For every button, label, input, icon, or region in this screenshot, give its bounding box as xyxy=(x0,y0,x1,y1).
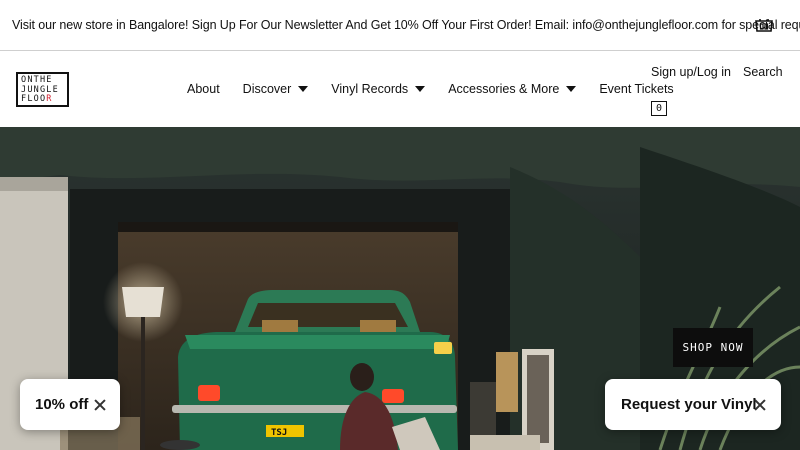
request-vinyl-popup[interactable]: Request your Vinyl xyxy=(605,379,781,430)
search-link[interactable]: Search xyxy=(743,65,783,79)
site-logo[interactable]: ONTHE JUNGLE FLOOR xyxy=(16,72,69,107)
nav-label: Accessories & More xyxy=(448,82,560,96)
logo-line-3: FLOOR xyxy=(21,94,53,104)
caret-down-icon xyxy=(298,86,309,92)
site-header: ONTHE JUNGLE FLOOR About Discover Vinyl … xyxy=(0,52,800,127)
nav-label: About xyxy=(187,82,220,96)
cart-icon[interactable] xyxy=(754,17,774,33)
nav-label: Vinyl Records xyxy=(331,82,409,96)
announcement-bar: Visit our new store in Bangalore! Sign U… xyxy=(0,0,800,51)
discount-label: 10% off xyxy=(35,396,89,413)
nav-label: Discover xyxy=(242,82,292,96)
cart-count-badge[interactable]: 0 xyxy=(651,101,667,116)
discount-popup[interactable]: 10% off xyxy=(20,379,120,430)
nav-item-event-tickets[interactable]: Event Tickets xyxy=(599,82,673,96)
shop-now-button[interactable]: SHOP NOW xyxy=(673,328,753,367)
caret-down-icon xyxy=(566,86,577,92)
nav-item-discover[interactable]: Discover xyxy=(243,82,309,96)
nav-item-accessories[interactable]: Accessories & More xyxy=(448,82,577,96)
nav-item-about[interactable]: About xyxy=(187,82,220,96)
nav-item-vinyl-records[interactable]: Vinyl Records xyxy=(331,82,426,96)
license-plate: TSJ xyxy=(271,428,287,438)
close-icon[interactable] xyxy=(754,399,766,411)
close-icon[interactable] xyxy=(94,399,106,411)
announcement-text: Visit our new store in Bangalore! Sign U… xyxy=(12,18,800,32)
caret-down-icon xyxy=(415,86,426,92)
nav-label: Event Tickets xyxy=(599,82,674,96)
signup-login-link[interactable]: Sign up/Log in xyxy=(651,65,731,79)
request-vinyl-label: Request your Vinyl xyxy=(621,396,757,413)
main-nav: About Discover Vinyl Records Accessories… xyxy=(187,82,697,96)
